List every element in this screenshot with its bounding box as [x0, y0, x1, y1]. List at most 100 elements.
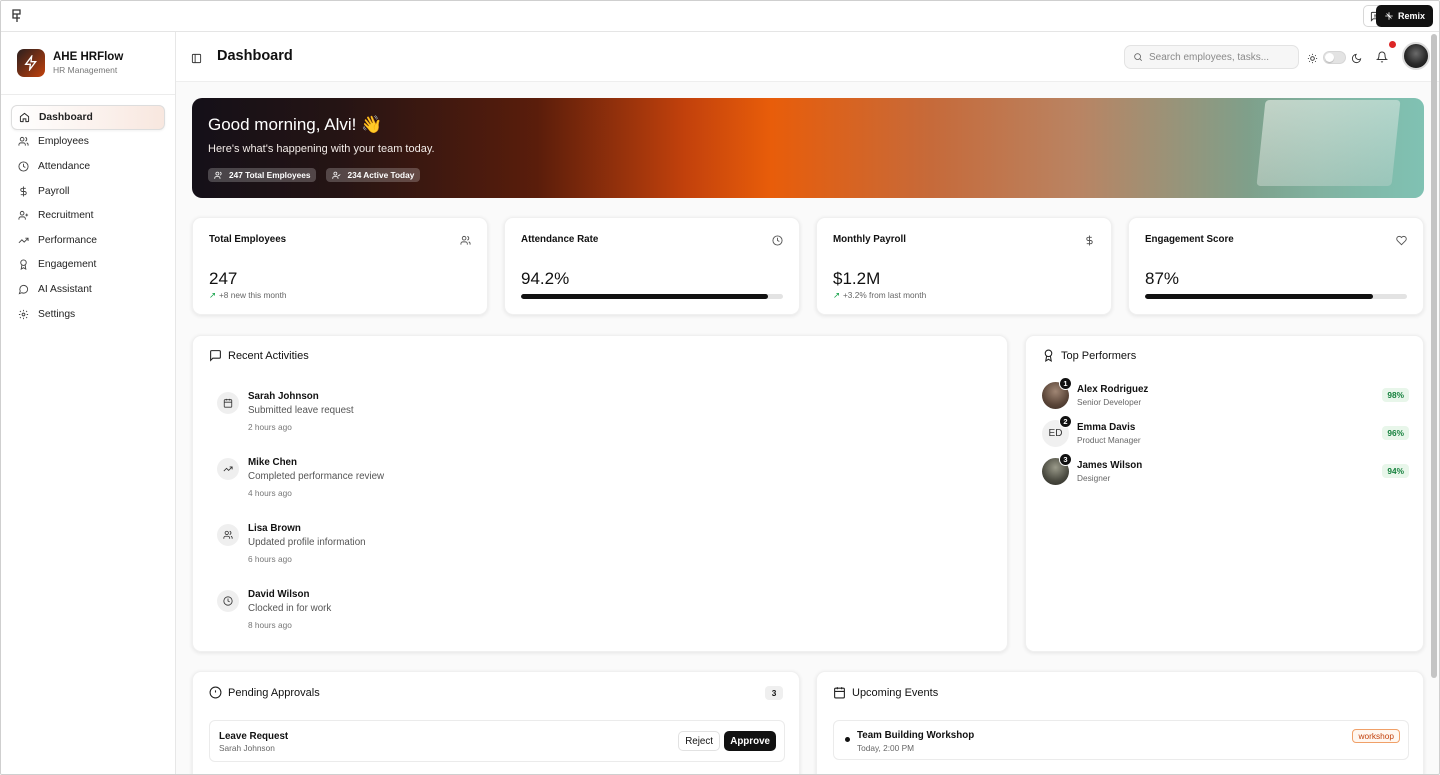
progress-fill	[1145, 294, 1373, 299]
greeting: Good morning, Alvi! 👋	[208, 115, 383, 134]
activity-description: Submitted leave request	[248, 405, 354, 416]
activity-item[interactable]: David Wilson Clocked in for work 8 hours…	[217, 589, 331, 630]
activity-item[interactable]: Sarah Johnson Submitted leave request 2 …	[217, 391, 354, 432]
sun-icon[interactable]	[1307, 51, 1318, 69]
performer-role: Designer	[1077, 473, 1111, 483]
greeting-subtitle: Here's what's happening with your team t…	[208, 143, 435, 155]
sidebar-item-label: Payroll	[38, 185, 70, 197]
notifications-button[interactable]	[1375, 50, 1389, 68]
performer-role: Product Manager	[1077, 435, 1141, 445]
performer-row[interactable]: ED 2 Emma Davis Product Manager 96%	[1042, 415, 1409, 448]
sidebar-item-attendance[interactable]: Attendance	[11, 154, 165, 179]
rank-badge: 2	[1059, 415, 1072, 428]
scrollbar[interactable]	[1431, 34, 1437, 678]
moon-icon[interactable]	[1351, 51, 1362, 69]
activity-name: Lisa Brown	[248, 523, 301, 534]
section-header: Recent Activities	[209, 349, 309, 362]
sidebar: AHE HRFlow HR Management Dashboard Emplo…	[1, 32, 176, 774]
total-employees-badge: 247 Total Employees	[208, 168, 317, 182]
user-avatar[interactable]	[1402, 42, 1430, 70]
toggle-knob	[1325, 53, 1334, 62]
event-item[interactable]: Team Building Workshop Today, 2:00 PM wo…	[833, 720, 1409, 760]
activity-item[interactable]: Mike Chen Completed performance review 4…	[217, 457, 384, 498]
sidebar-item-ai-assistant[interactable]: AI Assistant	[11, 277, 165, 302]
reject-button[interactable]: Reject	[678, 731, 720, 751]
users-icon	[214, 171, 222, 179]
header: Dashboard	[176, 32, 1439, 82]
sidebar-divider	[1, 94, 175, 95]
section-header: Upcoming Events	[833, 686, 938, 699]
sidebar-nav: Dashboard Employees Attendance Payroll R…	[11, 105, 165, 326]
sidebar-item-label: Engagement	[38, 259, 97, 271]
search-box[interactable]	[1124, 45, 1299, 69]
laptop-image	[1256, 100, 1401, 186]
stat-value: $1.2M	[833, 269, 881, 288]
stat-card-attendance-rate: Attendance Rate 94.2%	[504, 217, 800, 315]
notification-dot	[1389, 41, 1396, 48]
score-badge: 96%	[1382, 426, 1409, 440]
theme-toggle[interactable]	[1323, 51, 1346, 64]
stat-value: 94.2%	[521, 269, 570, 288]
performer-row[interactable]: 3 James Wilson Designer 94%	[1042, 453, 1409, 486]
sidebar-item-label: Attendance	[38, 160, 91, 172]
performer-row[interactable]: 1 Alex Rodriguez Senior Developer 98%	[1042, 377, 1409, 410]
users-icon	[217, 524, 239, 546]
rank-badge: 3	[1059, 453, 1072, 466]
remix-button[interactable]: Remix	[1375, 5, 1433, 27]
sidebar-toggle-button[interactable]	[191, 51, 202, 69]
award-icon	[20, 259, 27, 271]
badge-label: 247 Total Employees	[229, 170, 311, 180]
search-input[interactable]	[1149, 51, 1289, 63]
sidebar-item-label: Recruitment	[38, 210, 94, 222]
activity-item[interactable]: Lisa Brown Updated profile information 6…	[217, 523, 366, 564]
top-performers-card: Top Performers 1 Alex Rodriguez Senior D…	[1025, 335, 1424, 652]
sidebar-item-recruitment[interactable]: Recruitment	[11, 203, 165, 228]
count-badge: 3	[765, 686, 783, 700]
sidebar-item-engagement[interactable]: Engagement	[11, 253, 165, 278]
users-icon	[18, 137, 29, 147]
award-icon	[1044, 349, 1053, 362]
bell-icon	[1375, 51, 1389, 63]
home-icon	[19, 112, 30, 122]
hero-badges: 247 Total Employees 234 Active Today	[208, 168, 421, 182]
approve-button[interactable]: Approve	[724, 731, 776, 751]
attendance-progress-bar	[521, 294, 783, 299]
sidebar-item-settings[interactable]: Settings	[11, 302, 165, 327]
sidebar-item-performance[interactable]: Performance	[11, 228, 165, 253]
activity-name: Sarah Johnson	[248, 391, 319, 402]
app-logo-icon[interactable]	[12, 9, 24, 23]
dollar-icon	[20, 186, 27, 197]
event-dot	[845, 737, 850, 742]
approval-item: Leave Request Sarah Johnson Reject Appro…	[209, 720, 785, 762]
event-time: Today, 2:00 PM	[857, 743, 915, 753]
sidebar-item-employees[interactable]: Employees	[11, 130, 165, 155]
clock-icon	[772, 233, 783, 251]
calendar-icon	[834, 687, 845, 699]
trending-up-icon	[217, 458, 239, 480]
user-plus-icon	[18, 211, 29, 220]
sidebar-item-dashboard[interactable]: Dashboard	[11, 105, 165, 130]
score-badge: 98%	[1382, 388, 1409, 402]
calendar-icon	[217, 392, 239, 414]
activity-name: David Wilson	[248, 589, 310, 600]
sidebar-item-label: Employees	[38, 136, 89, 148]
score-badge: 94%	[1382, 464, 1409, 478]
stat-card-total-employees: Total Employees 247 ↗ +8 new this month	[192, 217, 488, 315]
stat-label: Monthly Payroll	[833, 234, 906, 245]
section-title: Pending Approvals	[228, 686, 320, 699]
sidebar-item-label: Performance	[38, 234, 97, 246]
badge-label: 234 Active Today	[347, 170, 415, 180]
panel-left-icon	[191, 53, 202, 64]
message-square-icon	[210, 350, 221, 362]
activity-description: Updated profile information	[248, 537, 366, 548]
section-header: Pending Approvals	[209, 686, 320, 699]
remix-icon	[1385, 12, 1393, 20]
sidebar-item-payroll[interactable]: Payroll	[11, 179, 165, 204]
brand[interactable]: AHE HRFlow HR Management	[17, 49, 123, 77]
heart-icon	[1396, 233, 1407, 251]
performer-role: Senior Developer	[1077, 397, 1142, 407]
stat-trend: ↗ +8 new this month	[209, 290, 287, 300]
welcome-banner: Good morning, Alvi! 👋 Here's what's happ…	[192, 98, 1424, 198]
performer-name: Alex Rodriguez	[1077, 384, 1149, 395]
clock-icon	[217, 590, 239, 612]
